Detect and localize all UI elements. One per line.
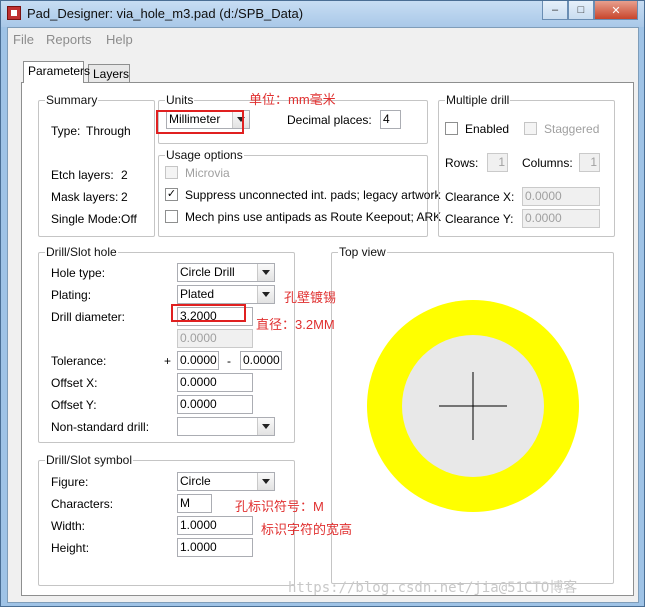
summary-etch-value: 2 — [121, 168, 128, 182]
app-icon — [7, 6, 21, 20]
summary-type-label: Type: — [51, 124, 81, 138]
tolerance-minus-sign: - — [227, 354, 231, 368]
nonstd-drill-select[interactable] — [177, 417, 275, 436]
characters-annotation: 孔标识符号：M — [235, 499, 324, 514]
units-title: Units — [165, 93, 195, 107]
maximize-button[interactable]: □ — [568, 1, 594, 20]
summary-single-label: Single Mode: — [51, 212, 122, 226]
height-input[interactable]: 1.0000 — [177, 538, 253, 557]
clearance-y-label: Clearance Y: — [445, 212, 514, 226]
staggered-label: Staggered — [544, 122, 600, 136]
drill-diameter2-input[interactable]: 0.0000 — [177, 329, 253, 348]
top-view-canvas — [350, 283, 596, 530]
decimal-places-label: Decimal places: — [287, 113, 372, 127]
summary-title: Summary — [45, 93, 99, 107]
watermark: https://blog.csdn.net/jia@51CTO博客 — [288, 580, 578, 596]
diameter-highlight-box — [171, 304, 246, 322]
clearance-x-label: Clearance X: — [445, 190, 515, 204]
mech-pins-checkbox[interactable] — [165, 210, 178, 223]
chevron-down-icon — [257, 264, 274, 281]
top-view-title: Top view — [338, 245, 387, 259]
columns-label: Columns: — [522, 156, 573, 170]
menu-reports[interactable]: Reports — [46, 32, 92, 47]
clearance-x-input[interactable]: 0.0000 — [522, 187, 600, 206]
decimal-places-input[interactable]: 4 — [380, 110, 401, 129]
suppress-checkbox[interactable]: ✓ — [165, 188, 178, 201]
hole-type-label: Hole type: — [51, 266, 106, 280]
close-button[interactable]: ✕ — [594, 1, 638, 20]
units-annotation: 单位：mm毫米 — [249, 92, 336, 107]
plating-annotation: 孔壁镀锡 — [284, 290, 337, 305]
figure-select[interactable]: Circle — [177, 472, 275, 491]
summary-type-value: Through — [86, 124, 131, 138]
units-highlight-box — [156, 110, 244, 134]
tab-layers[interactable]: Layers — [88, 64, 130, 84]
summary-mask-label: Mask layers: — [51, 190, 119, 204]
plating-select[interactable]: Plated — [177, 285, 275, 304]
drill-symbol-title: Drill/Slot symbol — [45, 453, 134, 467]
menu-help[interactable]: Help — [106, 32, 133, 47]
hole-type-select[interactable]: Circle Drill — [177, 263, 275, 282]
size-annotation: 标识字符的宽高 — [261, 522, 353, 537]
rows-input[interactable]: 1 — [487, 153, 508, 172]
characters-input[interactable]: M — [177, 494, 212, 513]
tab-parameters[interactable]: Parameters — [23, 61, 90, 83]
offset-x-input[interactable]: 0.0000 — [177, 373, 253, 392]
height-label: Height: — [51, 541, 90, 555]
menu-bar: File Reports Help — [8, 28, 638, 50]
clearance-y-input[interactable]: 0.0000 — [522, 209, 600, 228]
chevron-down-icon — [257, 473, 274, 490]
drill-diameter-label: Drill diameter: — [51, 310, 126, 324]
pad-preview-graphic — [367, 300, 579, 512]
chevron-down-icon — [257, 286, 274, 303]
offset-y-label: Offset Y: — [51, 398, 97, 412]
characters-label: Characters: — [51, 497, 114, 511]
menu-file[interactable]: File — [13, 32, 34, 47]
summary-mask-value: 2 — [121, 190, 128, 204]
rows-label: Rows: — [445, 156, 479, 170]
diameter-annotation: 直径：3.2MM — [256, 317, 335, 332]
multiple-drill-title: Multiple drill — [445, 93, 511, 107]
offset-x-label: Offset X: — [51, 376, 98, 390]
microvia-label: Microvia — [185, 166, 230, 180]
usage-options-title: Usage options — [165, 148, 244, 162]
title-bar[interactable]: Pad_Designer: via_hole_m3.pad (d:/SPB_Da… — [1, 1, 644, 27]
tolerance-plus-input[interactable]: 0.0000 — [177, 351, 219, 370]
plating-value: Plated — [180, 287, 215, 301]
figure-label: Figure: — [51, 475, 89, 489]
pad-designer-window: Pad_Designer: via_hole_m3.pad (d:/SPB_Da… — [0, 0, 645, 607]
chevron-down-icon — [257, 418, 274, 435]
tolerance-minus-input[interactable]: 0.0000 — [240, 351, 282, 370]
figure-value: Circle — [180, 474, 211, 488]
minimize-button[interactable]: – — [542, 1, 568, 20]
enabled-label: Enabled — [465, 122, 510, 136]
summary-single-value: Off — [121, 212, 137, 226]
enabled-checkbox[interactable] — [445, 122, 458, 135]
width-input[interactable]: 1.0000 — [177, 516, 253, 535]
microvia-checkbox[interactable] — [165, 166, 178, 179]
hole-type-value: Circle Drill — [180, 265, 235, 279]
offset-y-input[interactable]: 0.0000 — [177, 395, 253, 414]
plating-label: Plating: — [51, 288, 92, 302]
columns-input[interactable]: 1 — [579, 153, 600, 172]
window-title: Pad_Designer: via_hole_m3.pad (d:/SPB_Da… — [27, 6, 304, 21]
width-label: Width: — [51, 519, 86, 533]
summary-etch-label: Etch layers: — [51, 168, 114, 182]
mech-pins-label: Mech pins use antipads as Route Keepout;… — [185, 210, 442, 224]
staggered-checkbox[interactable] — [524, 122, 537, 135]
suppress-label: Suppress unconnected int. pads; legacy a… — [185, 188, 441, 202]
tolerance-label: Tolerance: — [51, 354, 107, 368]
tolerance-plus-sign: + — [164, 354, 172, 368]
drill-hole-title: Drill/Slot hole — [45, 245, 118, 259]
nonstd-drill-label: Non-standard drill: — [51, 420, 150, 434]
